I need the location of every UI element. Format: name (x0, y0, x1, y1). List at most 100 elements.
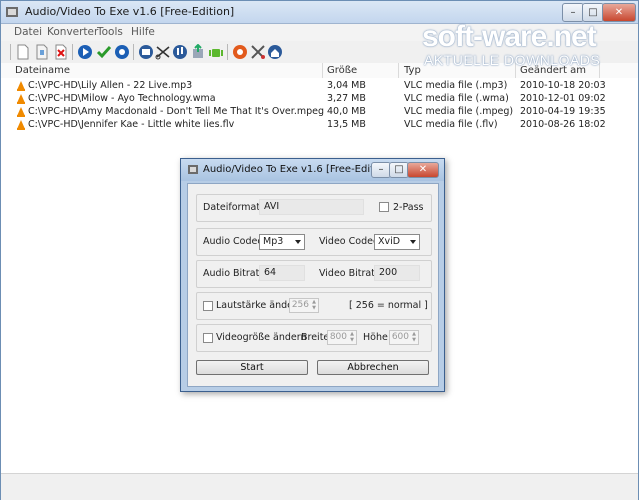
volume-note: [ 256 = normal ] (349, 300, 428, 311)
info-icon[interactable] (267, 44, 283, 60)
volume-value: 256 (291, 300, 309, 310)
table-row[interactable]: C:\VPC-HD\Jennifer Kae - Little white li… (1, 119, 638, 132)
export-icon[interactable] (190, 44, 206, 60)
start-button[interactable]: Start (196, 360, 308, 375)
watermark-tagline: AKTUELLE DOWNLOADS (424, 52, 601, 68)
film-icon[interactable] (138, 44, 154, 60)
twopass-label[interactable]: 2-Pass (393, 202, 424, 213)
column-header-type[interactable]: Typ (404, 65, 421, 76)
new-icon[interactable] (15, 44, 31, 60)
chevron-down-icon (295, 240, 301, 244)
vlc-cone-icon (17, 94, 25, 104)
delete-icon[interactable] (53, 44, 69, 60)
column-divider[interactable] (322, 63, 323, 78)
height-stepper[interactable]: 600 ▲ ▼ (389, 330, 419, 345)
dialog-maximize-button[interactable]: □ (389, 162, 409, 178)
volume-group: Lautstärke ändern 256 ▲ ▼ [ 256 = normal… (196, 292, 432, 320)
cell-name: C:\VPC-HD\Lily Allen - 22 Live.mp3 (28, 80, 193, 91)
tools-icon[interactable] (250, 44, 266, 60)
column-divider[interactable] (398, 63, 399, 78)
cell-type: VLC media file (.flv) (404, 119, 498, 130)
videosize-checkbox[interactable] (203, 333, 213, 343)
check-icon[interactable] (96, 44, 112, 60)
play-icon[interactable] (77, 44, 93, 60)
android-icon[interactable] (208, 44, 224, 60)
cell-name: C:\VPC-HD\Amy Macdonald - Don't Tell Me … (28, 106, 324, 117)
cell-type: VLC media file (.wma) (404, 93, 509, 104)
height-value: 600 (391, 332, 409, 342)
audio-icon[interactable] (172, 44, 188, 60)
dialog-title: Audio/Video To Exe v1.6 [Free-Edition... (203, 164, 399, 175)
dialog-minimize-button[interactable]: – (371, 162, 391, 178)
toolbar-separator (227, 44, 228, 60)
videosize-group: Videogröße ändern Breite: 800 ▲ ▼ Höhe: … (196, 324, 432, 352)
chevron-down-icon[interactable]: ▼ (349, 338, 355, 343)
dialog-title-bar[interactable]: Audio/Video To Exe v1.6 [Free-Edition...… (181, 159, 444, 181)
format-group: Dateiformat: AVI 2-Pass (196, 194, 432, 222)
video-bitrate-field[interactable]: 200 (374, 265, 420, 281)
audio-codec-select[interactable]: Mp3 (259, 234, 305, 250)
menu-hilfe[interactable]: Hilfe (131, 26, 155, 38)
cell-type: VLC media file (.mpeg) (404, 106, 514, 117)
toolbar-separator (10, 44, 11, 60)
videosize-label[interactable]: Videogröße ändern (216, 332, 306, 343)
audio-codec-label: Audio Codec: (203, 236, 266, 247)
volume-stepper[interactable]: 256 ▲ ▼ (289, 298, 319, 313)
toolbar-separator (133, 44, 134, 60)
chevron-down-icon[interactable]: ▼ (311, 306, 317, 311)
video-codec-value: XviD (378, 236, 401, 247)
cell-date: 2010-08-26 18:02 (520, 119, 606, 130)
width-value: 800 (329, 332, 347, 342)
cell-date: 2010-04-19 19:35 (520, 106, 606, 117)
cell-name: C:\VPC-HD\Jennifer Kae - Little white li… (28, 119, 235, 130)
vlc-cone-icon (17, 120, 25, 130)
app-icon (6, 7, 18, 17)
cell-type: VLC media file (.mp3) (404, 80, 508, 91)
format-label: Dateiformat: (203, 202, 264, 213)
help-icon[interactable] (232, 44, 248, 60)
menu-datei[interactable]: Datei (14, 26, 42, 38)
cancel-button[interactable]: Abbrechen (317, 360, 429, 375)
cell-size: 13,5 MB (327, 119, 366, 130)
cell-date: 2010-10-18 20:03 (520, 80, 606, 91)
close-button[interactable]: ✕ (602, 3, 636, 22)
table-row[interactable]: C:\VPC-HD\Lily Allen - 22 Live.mp3 3,04 … (1, 80, 638, 93)
open-icon[interactable] (34, 44, 50, 60)
settings-icon[interactable] (114, 44, 130, 60)
twopass-checkbox[interactable] (379, 202, 389, 212)
chevron-down-icon[interactable]: ▼ (411, 338, 417, 343)
table-row[interactable]: C:\VPC-HD\Milow - Ayo Technology.wma 3,2… (1, 93, 638, 106)
column-header-size[interactable]: Größe (327, 65, 357, 76)
format-field: AVI (259, 199, 364, 215)
window-title: Audio/Video To Exe v1.6 [Free-Edition] (25, 5, 235, 18)
height-label: Höhe: (363, 332, 392, 343)
cell-date: 2010-12-01 09:02 (520, 93, 606, 104)
cell-size: 3,04 MB (327, 80, 366, 91)
video-codec-select[interactable]: XviD (374, 234, 420, 250)
vlc-cone-icon (17, 107, 25, 117)
vlc-cone-icon (17, 81, 25, 91)
cell-size: 40,0 MB (327, 106, 366, 117)
convert-dialog: Audio/Video To Exe v1.6 [Free-Edition...… (180, 158, 445, 392)
video-codec-label: Video Codec: (319, 236, 382, 247)
chevron-down-icon (410, 240, 416, 244)
bitrate-group: Audio Bitrate: 64 Video Bitrate: 200 (196, 260, 432, 288)
column-header-name[interactable]: Dateiname (15, 65, 70, 76)
toolbar-separator (72, 44, 73, 60)
cell-name: C:\VPC-HD\Milow - Ayo Technology.wma (28, 93, 216, 104)
scissors-icon[interactable] (155, 44, 171, 60)
status-bar (1, 473, 638, 500)
dialog-body: Dateiformat: AVI 2-Pass Audio Codec: Mp3… (187, 183, 439, 387)
volume-checkbox[interactable] (203, 301, 213, 311)
width-stepper[interactable]: 800 ▲ ▼ (327, 330, 357, 345)
menu-konverter[interactable]: Konverter (47, 26, 98, 38)
dialog-close-button[interactable]: ✕ (407, 162, 439, 178)
audio-bitrate-field[interactable]: 64 (259, 265, 305, 281)
table-row[interactable]: C:\VPC-HD\Amy Macdonald - Don't Tell Me … (1, 106, 638, 119)
cell-size: 3,27 MB (327, 93, 366, 104)
app-icon (188, 165, 198, 174)
menu-tools[interactable]: Tools (97, 26, 123, 38)
watermark-logo: soft-ware.net (422, 20, 597, 53)
audio-codec-value: Mp3 (263, 236, 284, 247)
codec-group: Audio Codec: Mp3 Video Codec: XviD (196, 228, 432, 256)
